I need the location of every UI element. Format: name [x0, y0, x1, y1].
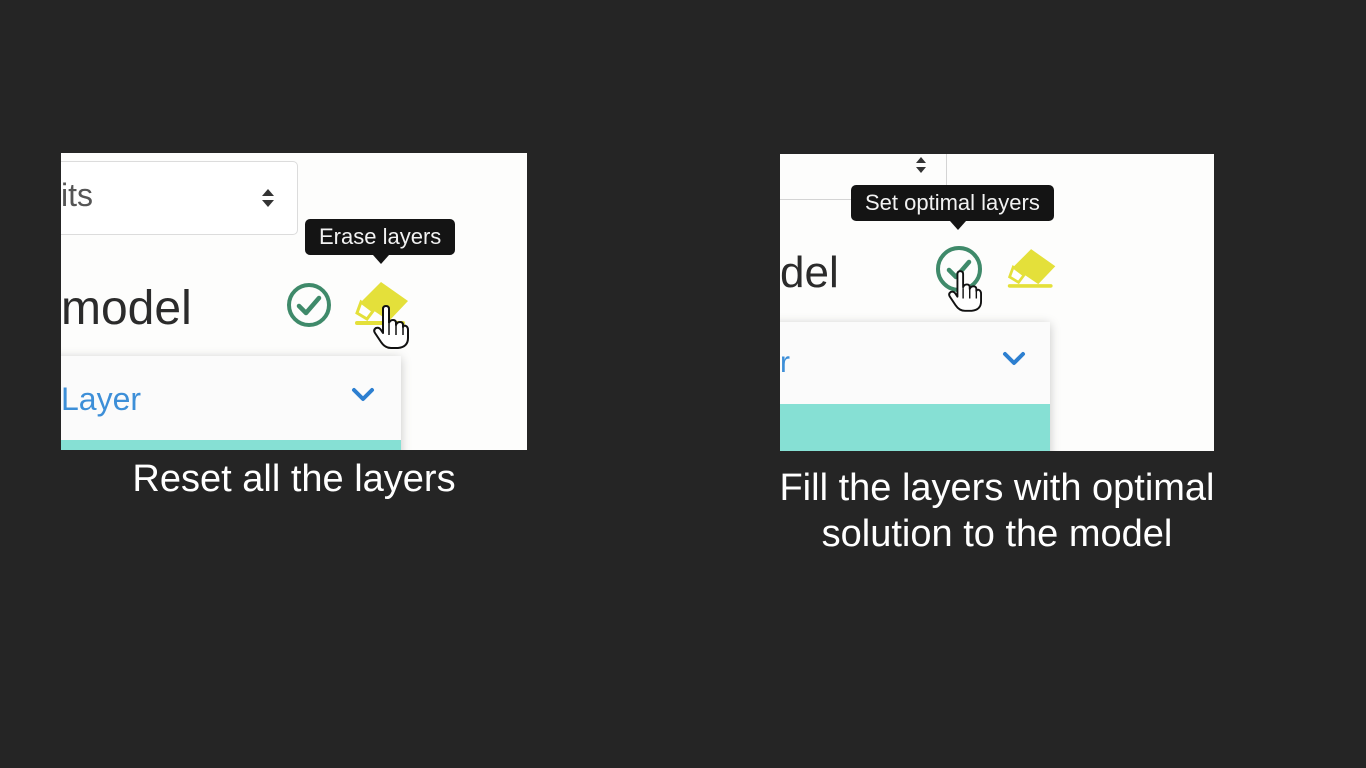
- set-optimal-layers-tooltip: Set optimal layers: [851, 185, 1054, 221]
- sort-arrows-icon: [262, 189, 274, 207]
- tooltip-arrow: [373, 255, 389, 264]
- model-title: del: [780, 248, 839, 297]
- layer-teal-bar: [61, 440, 401, 450]
- caption-line-2: solution to the model: [821, 513, 1173, 555]
- check-circle-icon[interactable]: [285, 281, 333, 329]
- caption-fill-optimal: Fill the layers with optimal solution to…: [700, 465, 1294, 557]
- chevron-down-icon: [352, 388, 374, 401]
- set-optimal-layers-screenshot: del Set optimal layers r: [780, 154, 1214, 451]
- erase-layers-screenshot: its model Erase layers Layer: [61, 153, 527, 450]
- caption-line-1: Fill the layers with optimal: [779, 467, 1215, 509]
- caption-reset-layers: Reset all the layers: [132, 458, 456, 500]
- eraser-icon[interactable]: [1006, 246, 1058, 290]
- layer-dropdown-label: r: [780, 346, 790, 379]
- units-select-value: its: [61, 177, 93, 213]
- layer-teal-bar: [780, 404, 1050, 451]
- sort-arrows-icon: [916, 157, 926, 173]
- hand-pointer-icon: [948, 270, 982, 312]
- model-title: model: [61, 282, 192, 335]
- hand-pointer-icon: [373, 305, 409, 349]
- erase-layers-tooltip: Erase layers: [305, 219, 456, 255]
- chevron-down-icon: [1003, 352, 1025, 365]
- tooltip-arrow: [950, 221, 966, 230]
- layer-dropdown-label: Layer: [61, 381, 142, 417]
